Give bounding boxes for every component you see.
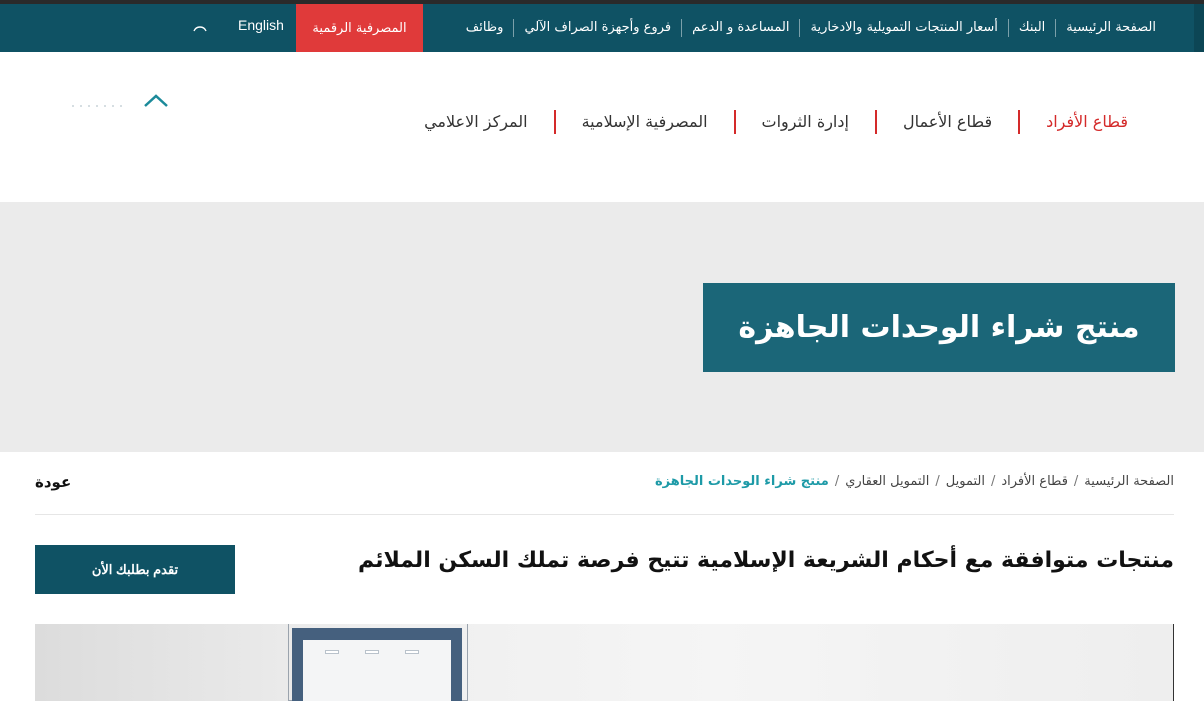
apply-now-button[interactable]: تقدم بطلبك الأن [35, 545, 235, 594]
breadcrumb-real-estate-financing[interactable]: التمويل العقاري [845, 474, 929, 489]
main-nav-business[interactable]: قطاع الأعمال [877, 110, 1018, 134]
breadcrumb-separator: / [834, 474, 840, 489]
top-nav-divider [799, 19, 801, 37]
language-switch-link[interactable]: English [238, 17, 284, 33]
top-nav-divider [1007, 19, 1009, 37]
main-nav-individuals[interactable]: قطاع الأفراد [1020, 110, 1154, 134]
top-nav-divider [513, 19, 515, 37]
page-title: منتج شراء الوحدات الجاهزة [738, 310, 1140, 345]
top-nav-divider [681, 19, 683, 37]
main-nav-divider [874, 110, 877, 134]
scrollbar-track[interactable] [1194, 4, 1204, 52]
breadcrumb-current: منتج شراء الوحدات الجاهزة [654, 474, 829, 489]
hero-banner: منتج شراء الوحدات الجاهزة [0, 202, 1204, 452]
main-header: قطاع الأفراد قطاع الأعمال إدارة الثروات … [0, 52, 1204, 202]
breadcrumb-financing[interactable]: التمويل [946, 474, 985, 489]
breadcrumb-separator: / [935, 474, 940, 489]
image-ceiling-light [365, 650, 379, 654]
main-nav-wealth[interactable]: إدارة الثروات [736, 110, 875, 134]
breadcrumb: الصفحة الرئيسية / قطاع الأفراد / التمويل… [655, 474, 1174, 489]
digital-banking-button[interactable]: المصرفية الرقمية [296, 4, 423, 52]
image-ceiling-light [405, 650, 419, 654]
intro-heading: منتجات متوافقة مع أحكام الشريعة الإسلامي… [357, 548, 1174, 573]
hero-title-box: منتج شراء الوحدات الجاهزة [703, 283, 1175, 372]
breadcrumb-row: الصفحة الرئيسية / قطاع الأفراد / التمويل… [35, 452, 1174, 515]
main-nav-divider [1018, 110, 1021, 134]
breadcrumb-individuals[interactable]: قطاع الأفراد [1001, 474, 1068, 489]
top-utility-bar: الصفحة الرئيسية البنك أسعار المنتجات الت… [0, 4, 1204, 52]
top-nav-rates[interactable]: أسعار المنتجات التمويلية والادخارية [800, 20, 1007, 36]
main-nav-islamic-banking[interactable]: المصرفية الإسلامية [556, 110, 734, 134]
top-nav-bank[interactable]: البنك [1009, 20, 1055, 36]
top-nav-help[interactable]: المساعدة و الدعم [682, 20, 799, 36]
top-nav-divider [1055, 19, 1057, 37]
main-nav-divider [733, 110, 736, 134]
top-nav: الصفحة الرئيسية البنك أسعار المنتجات الت… [456, 4, 1166, 52]
top-nav-home[interactable]: الصفحة الرئيسية [1056, 20, 1166, 36]
breadcrumb-separator: / [990, 474, 996, 489]
product-image [35, 624, 1174, 701]
top-nav-branches[interactable]: فروع وأجهزة الصراف الآلي [514, 20, 681, 36]
bank-logo[interactable] [60, 92, 180, 116]
top-nav-careers[interactable]: وظائف [456, 20, 514, 36]
breadcrumb-separator: / [1073, 474, 1079, 489]
main-nav-media-center[interactable]: المركز الاعلامي [398, 110, 554, 134]
search-icon[interactable] [191, 19, 209, 37]
image-ceiling-light [325, 650, 339, 654]
breadcrumb-home[interactable]: الصفحة الرئيسية [1084, 474, 1174, 489]
main-nav: قطاع الأفراد قطاع الأعمال إدارة الثروات … [398, 110, 1154, 134]
main-nav-divider [553, 110, 556, 134]
back-link[interactable]: عودة [35, 473, 71, 491]
